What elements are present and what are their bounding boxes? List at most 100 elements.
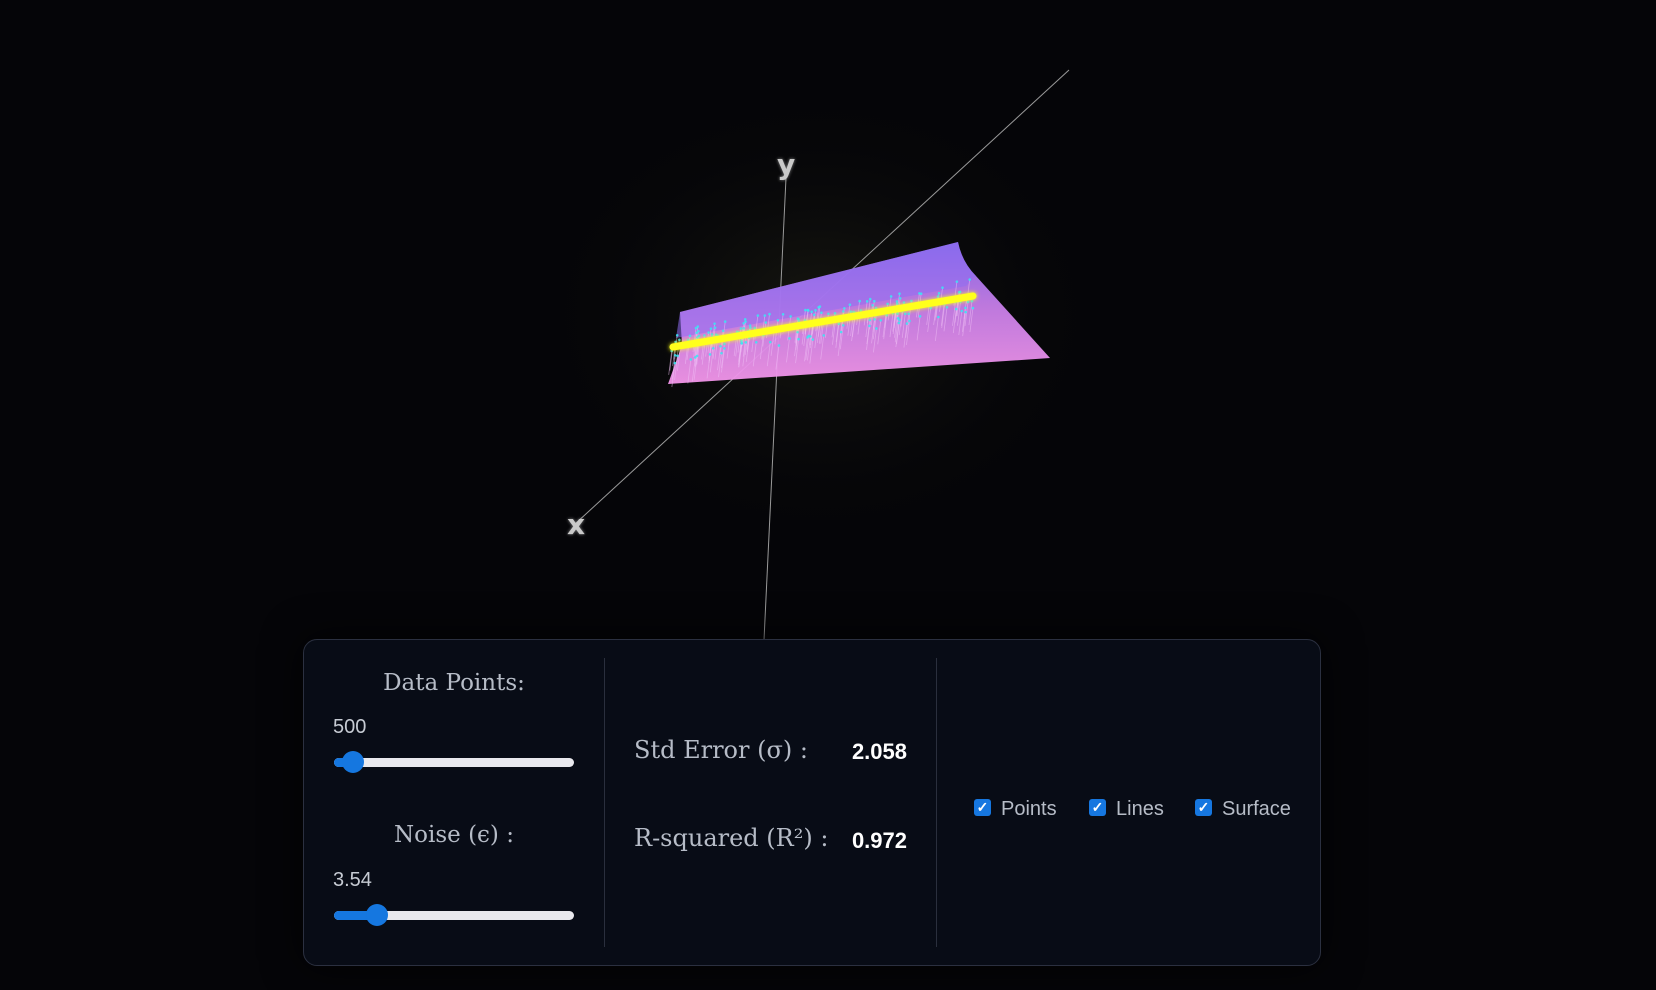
data-point bbox=[902, 301, 906, 304]
slider-thumb[interactable] bbox=[366, 904, 389, 926]
data-point bbox=[833, 312, 837, 315]
data-point bbox=[872, 299, 876, 303]
data-point bbox=[768, 312, 771, 316]
data-point bbox=[841, 310, 845, 313]
data-point bbox=[945, 305, 949, 309]
data-point bbox=[713, 322, 716, 325]
data-point bbox=[740, 341, 743, 345]
data-point bbox=[964, 310, 967, 314]
points-checkbox[interactable]: ✓ bbox=[974, 799, 991, 816]
data-point bbox=[695, 336, 699, 339]
data-point bbox=[822, 334, 826, 337]
data-point bbox=[898, 292, 901, 295]
data-point bbox=[858, 299, 861, 303]
data-point bbox=[841, 323, 845, 327]
toggle-lines[interactable]: ✓ Lines bbox=[1089, 798, 1164, 821]
data-point bbox=[797, 337, 800, 341]
data-point bbox=[971, 306, 975, 310]
std-error-value: 2.058 bbox=[851, 739, 907, 764]
data-point bbox=[879, 318, 883, 322]
data-point bbox=[865, 300, 869, 303]
data-point bbox=[756, 314, 760, 317]
data-point bbox=[960, 309, 964, 313]
data-point bbox=[827, 312, 830, 316]
data-point bbox=[739, 327, 743, 330]
data-point bbox=[804, 308, 807, 312]
data-point bbox=[849, 310, 853, 313]
data-point bbox=[723, 320, 727, 323]
toggle-label: Points bbox=[1001, 798, 1057, 820]
slider-track bbox=[334, 758, 574, 767]
control-panel: Data Points: 500 Noise (ϵ) : 3.54 Std Er… bbox=[303, 639, 1321, 966]
data-point bbox=[811, 338, 815, 341]
data-point bbox=[970, 299, 974, 303]
data-point bbox=[742, 321, 745, 325]
data-point bbox=[749, 326, 752, 330]
data-point bbox=[721, 329, 725, 333]
data-point bbox=[910, 299, 913, 303]
data-point bbox=[709, 327, 713, 330]
data-point bbox=[918, 315, 922, 318]
data-point bbox=[788, 337, 791, 340]
surface-checkbox[interactable]: ✓ bbox=[1195, 799, 1212, 816]
data-point bbox=[796, 330, 799, 334]
data-point bbox=[777, 344, 781, 347]
data-point bbox=[955, 280, 959, 283]
data-point bbox=[868, 324, 871, 328]
data-point bbox=[720, 351, 723, 355]
slider-thumb[interactable] bbox=[342, 751, 365, 773]
toggle-points[interactable]: ✓ Points bbox=[974, 798, 1057, 821]
data-point bbox=[673, 361, 677, 365]
data-point bbox=[908, 319, 911, 323]
data-point bbox=[871, 303, 874, 307]
data-point bbox=[710, 333, 714, 336]
noise-slider[interactable] bbox=[334, 904, 574, 926]
toggle-label: Surface bbox=[1222, 798, 1291, 820]
lines-checkbox[interactable]: ✓ bbox=[1089, 799, 1106, 816]
data-point bbox=[748, 324, 752, 327]
data-point bbox=[898, 318, 901, 322]
toggle-label: Lines bbox=[1116, 798, 1164, 820]
data-point bbox=[703, 334, 706, 337]
data-point bbox=[919, 292, 923, 296]
data-point bbox=[903, 312, 907, 316]
data-point bbox=[929, 306, 932, 310]
data-points-slider[interactable] bbox=[334, 751, 574, 773]
y-axis-label: y bbox=[777, 148, 796, 181]
data-point bbox=[886, 302, 889, 306]
data-point bbox=[897, 321, 901, 325]
r-squared-label: R-squared (R²) : bbox=[634, 824, 829, 852]
data-point bbox=[936, 295, 940, 298]
data-point bbox=[675, 333, 679, 337]
data-point bbox=[807, 334, 811, 338]
data-point bbox=[968, 278, 972, 281]
data-point bbox=[868, 297, 872, 301]
data-point bbox=[723, 347, 726, 350]
data-point bbox=[817, 305, 820, 309]
data-point bbox=[769, 340, 772, 344]
data-point bbox=[714, 333, 718, 336]
data-point bbox=[954, 307, 958, 311]
data-points-value: 500 bbox=[333, 716, 367, 738]
data-point bbox=[713, 326, 717, 329]
data-point bbox=[814, 309, 817, 312]
data-point bbox=[966, 300, 970, 304]
data-point bbox=[742, 327, 746, 330]
data-point bbox=[964, 306, 967, 310]
data-point bbox=[797, 318, 800, 321]
data-point bbox=[781, 312, 785, 316]
data-point bbox=[868, 318, 872, 322]
data-point bbox=[810, 310, 814, 314]
data-point bbox=[744, 341, 748, 344]
data-point bbox=[839, 330, 843, 334]
data-point bbox=[695, 331, 698, 335]
data-point bbox=[937, 315, 940, 319]
data-point bbox=[754, 340, 758, 344]
data-point bbox=[753, 326, 757, 330]
data-point bbox=[896, 312, 899, 315]
data-point bbox=[740, 339, 743, 343]
x-axis-label: x bbox=[567, 508, 586, 541]
data-point bbox=[673, 353, 677, 357]
toggle-surface[interactable]: ✓ Surface bbox=[1195, 798, 1291, 821]
stats-section: Std Error (σ) : 2.058 R-squared (R²) : 0… bbox=[604, 658, 937, 947]
